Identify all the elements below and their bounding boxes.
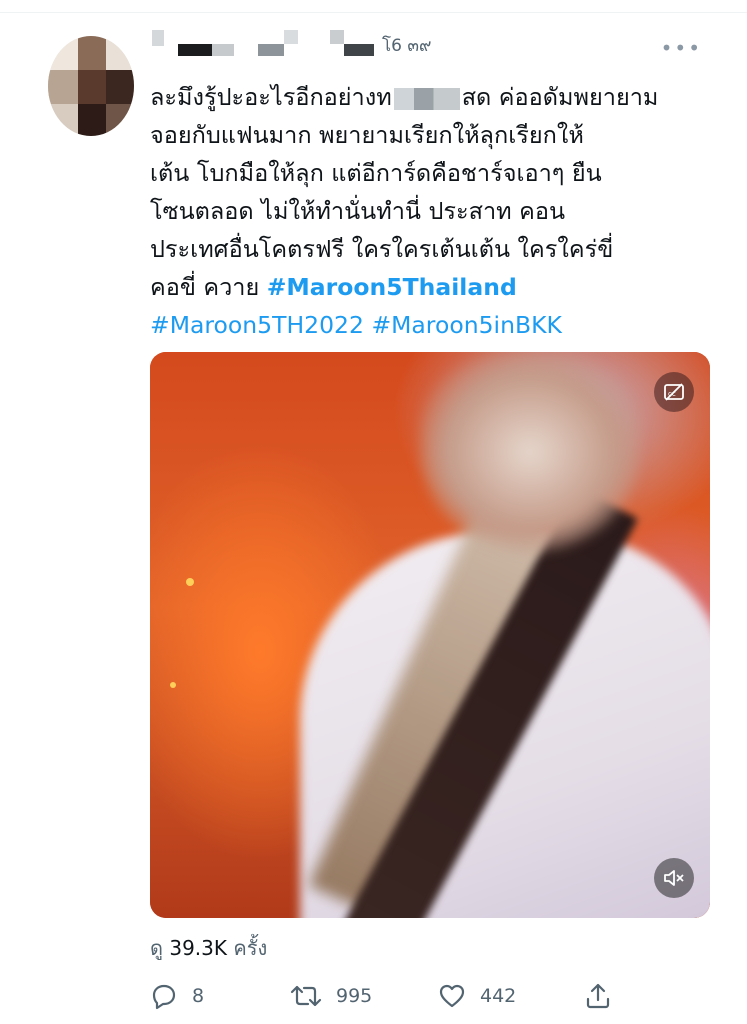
hashtag-maroon5inbkk[interactable]: #Maroon5inBKK xyxy=(371,311,561,339)
reply-icon xyxy=(152,984,176,1010)
retweet-button[interactable]: 995 xyxy=(290,978,372,1014)
tweet-header: โ6 ๓๙ ••• xyxy=(150,28,710,60)
tweet-card[interactable]: โ6 ๓๙ ••• ละมึงรู้ปะอะไรอีกอย่างท สด ค่ออ… xyxy=(0,0,747,1024)
tweet-text: ละมึงรู้ปะอะไรอีกอย่างท สด ค่ออดัมพยายาม … xyxy=(150,78,720,344)
avatar[interactable] xyxy=(48,36,134,136)
view-count-prefix: ดู xyxy=(150,936,163,960)
closed-captions-off-icon: cc xyxy=(664,383,684,401)
video-player[interactable]: cc xyxy=(150,352,710,918)
video-frame-light xyxy=(186,578,194,586)
tweet-action-bar: 8 995 442 xyxy=(150,978,630,1014)
text-segment: ละมึงรู้ปะอะไรอีกอย่างท xyxy=(150,83,392,111)
tweet-text-line: คอขี่ ควาย #Maroon5Thailand xyxy=(150,268,720,306)
view-count: ดู 39.3K ครั้ง xyxy=(150,932,267,964)
mute-button[interactable] xyxy=(654,858,694,898)
reply-count: 8 xyxy=(192,985,205,1007)
tweet-text-line: จอยกับแฟนมาก พยายามเรียกให้ลุกเรียกให้ xyxy=(150,121,584,149)
share-button[interactable] xyxy=(584,978,612,1014)
retweet-icon xyxy=(290,985,322,1007)
hashtag-maroon5th2022[interactable]: #Maroon5TH2022 xyxy=(150,311,364,339)
more-options-icon[interactable]: ••• xyxy=(661,36,702,60)
text-segment: คอขี่ ควาย xyxy=(150,273,267,301)
tweet-text-line: ละมึงรู้ปะอะไรอีกอย่างท สด ค่ออดัมพยายาม xyxy=(150,78,720,116)
handle-suffix: โ6 ๓๙ xyxy=(382,36,432,56)
like-button[interactable]: 442 xyxy=(438,978,516,1014)
view-count-suffix: ครั้ง xyxy=(233,936,268,960)
closed-captions-button[interactable]: cc xyxy=(654,372,694,412)
reply-button[interactable]: 8 xyxy=(150,978,204,1014)
text-segment: สด ค่ออดัมพยายาม xyxy=(461,83,659,111)
tweet-text-line: ประเทศอื่นโคตรฟรี ใครใครเต้นเต้น ใครใคร่… xyxy=(150,235,614,263)
hashtag-maroon5thailand[interactable]: #Maroon5Thailand xyxy=(267,273,517,301)
like-count: 442 xyxy=(480,985,517,1007)
tweet-text-line: #Maroon5TH2022 #Maroon5inBKK xyxy=(150,306,720,344)
share-icon xyxy=(586,983,610,1009)
speaker-muted-icon xyxy=(664,870,684,886)
heart-icon xyxy=(439,984,465,1008)
view-count-number: 39.3K xyxy=(169,936,228,960)
tweet-text-line: เต้น โบกมือให้ลุก แต่อีการ์ดคือชาร์จเอาๆ… xyxy=(150,159,602,187)
divider xyxy=(0,12,747,13)
redacted-name[interactable] xyxy=(150,28,376,56)
redacted-word xyxy=(393,87,460,110)
video-frame-light xyxy=(170,682,176,688)
video-frame-head xyxy=(420,352,640,552)
retweet-count: 995 xyxy=(336,985,373,1007)
tweet-text-line: โซนตลอด ไม่ให้ทำนั่นทำนี่ ประสาท คอน xyxy=(150,197,566,225)
